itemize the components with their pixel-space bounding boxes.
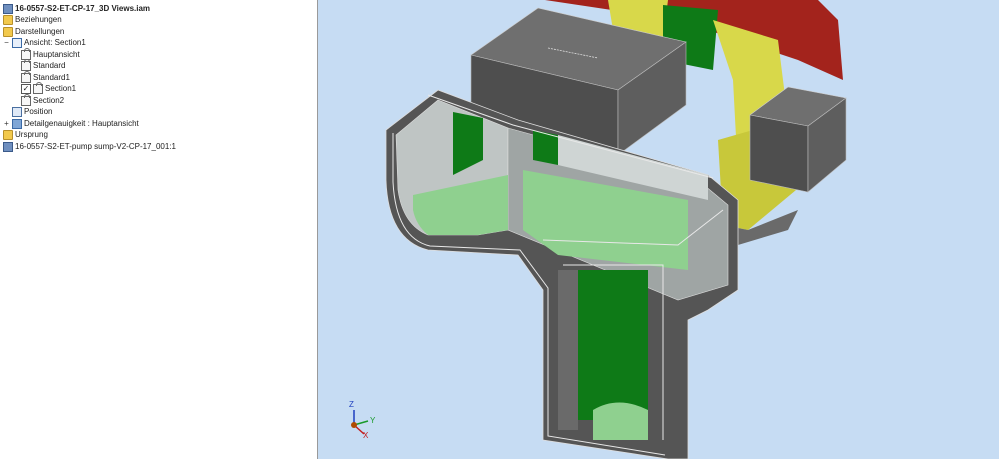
folder-icon [3,129,13,140]
model-render [351,0,847,459]
lock-icon [21,58,31,71]
view-rep-icon [12,37,22,48]
position-icon [12,106,22,117]
lock-icon [21,93,31,106]
collapse-toggle[interactable]: − [3,39,10,47]
axis-label-x: X [363,431,369,440]
tree-item-pump-sump[interactable]: 16-0557-S2-ET-pump sump-V2-CP-17_001:1 [3,140,176,153]
checkbox-checked[interactable]: ✓ [21,83,31,94]
lock-icon [21,70,31,83]
3d-viewport[interactable]: Z Y X [318,0,999,459]
axis-label-z: Z [349,400,354,409]
assembly-icon [3,3,13,14]
part-icon [3,141,13,152]
lock-icon [33,81,43,94]
expand-toggle[interactable]: + [3,120,10,128]
model-browser-panel: 16-0557-S2-ET-CP-17_3D Views.iam Beziehu… [0,0,318,459]
tree-item-label: 16-0557-S2-ET-pump sump-V2-CP-17_001:1 [15,142,176,151]
folder-icon [3,26,13,37]
folder-icon [3,14,13,25]
axis-label-y: Y [370,416,376,425]
level-of-detail-icon [12,118,22,129]
